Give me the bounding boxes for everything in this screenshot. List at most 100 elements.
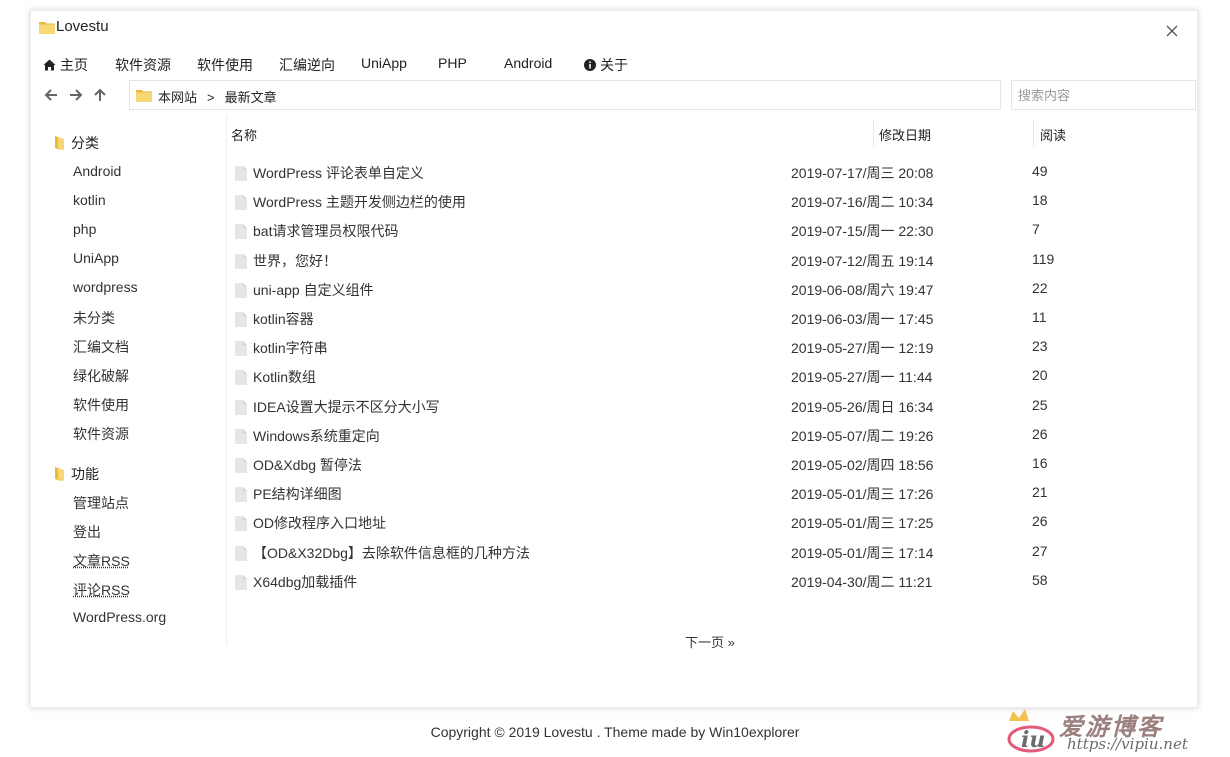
row-title[interactable]: 世界，您好！ [253,251,337,271]
address-bar[interactable]: 本网站 > 最新文章 [129,80,1001,110]
folder-icon [55,467,64,481]
close-icon[interactable] [1163,22,1181,40]
sidebar-item-assembly-docs[interactable]: 汇编文档 [73,337,129,357]
row-date: 2019-05-01/周三 17:14 [791,544,934,561]
table-row[interactable]: kotlin字符串 2019-05-27/周一 12:19 23 [227,335,1197,364]
menu-php[interactable]: PHP [438,55,467,71]
sidebar-item-software-usage[interactable]: 软件使用 [73,395,129,415]
forward-arrow-icon[interactable] [68,87,84,103]
column-divider[interactable] [873,119,874,147]
menu-android[interactable]: Android [504,55,552,71]
sidebar-item-wordpress-org[interactable]: WordPress.org [73,609,166,625]
table-row[interactable]: OD&Xdbg 暂停法 2019-05-02/周四 18:56 16 [227,452,1197,481]
menu-home[interactable]: 主页 [43,55,88,75]
table-row[interactable]: IDEA设置大提示不区分大小写 2019-05-26/周日 16:34 25 [227,394,1197,423]
column-header-reads[interactable]: 阅读 [1040,125,1066,144]
file-icon [235,224,247,240]
row-title[interactable]: Windows系统重定向 [253,426,380,446]
svg-text:iu: iu [1021,727,1045,753]
row-title[interactable]: WordPress 主题开发侧边栏的使用 [253,192,466,212]
row-reads: 21 [1032,484,1048,501]
menu-software-usage[interactable]: 软件使用 [197,55,253,75]
row-date: 2019-07-16/周二 10:34 [791,194,934,211]
row-date: 2019-05-02/周四 18:56 [791,457,934,473]
table-row[interactable]: bat请求管理员权限代码 2019-07-15/周一 22:30 7 [227,218,1197,247]
table-row[interactable]: 【OD&X32Dbg】去除软件信息框的几种方法 2019-05-01/周三 17:… [227,540,1197,569]
menu-assembly-reverse[interactable]: 汇编逆向 [279,55,335,75]
row-date: 2019-05-01/周三 17:26 [791,486,934,503]
table-row[interactable]: OD修改程序入口地址 2019-05-01/周三 17:25 26 [227,510,1197,539]
sidebar-item-wordpress[interactable]: wordpress [73,279,138,295]
file-icon [235,516,247,532]
footer-site-link[interactable]: Lovestu [544,724,593,740]
table-row[interactable]: kotlin容器 2019-06-03/周一 17:45 11 [227,306,1197,335]
column-divider[interactable] [1033,119,1034,147]
back-arrow-icon[interactable] [43,87,59,103]
row-date: 2019-05-27/周一 12:19 [791,340,934,357]
footer-theme-link[interactable]: Win10explorer [709,724,799,740]
sidebar-item-kotlin[interactable]: kotlin [73,192,106,208]
table-row[interactable]: X64dbg加载插件 2019-04-30/周二 11:21 58 [227,569,1197,598]
row-title[interactable]: kotlin字符串 [253,338,328,358]
sidebar-item-software-resources[interactable]: 软件资源 [73,424,129,444]
sidebar-item-logout[interactable]: 登出 [73,522,101,542]
menu-about[interactable]: 关于 [584,55,628,75]
breadcrumb-root[interactable]: 本网站 [158,90,197,105]
row-title[interactable]: bat请求管理员权限代码 [253,221,398,241]
sidebar-item-uncategorized[interactable]: 未分类 [73,308,115,328]
table-row[interactable]: Windows系统重定向 2019-05-07/周二 19:26 26 [227,423,1197,452]
row-title[interactable]: X64dbg加载插件 [253,572,357,592]
sidebar-item-android[interactable]: Android [73,163,121,179]
sidebar-item-php[interactable]: php [73,221,96,237]
menu-label: UniApp [361,55,407,71]
table-row[interactable]: Kotlin数组 2019-05-27/周一 11:44 20 [227,364,1197,393]
row-reads: 58 [1032,571,1048,588]
row-reads: 22 [1032,279,1048,296]
table-row[interactable]: 世界，您好！ 2019-07-12/周五 19:14 119 [227,248,1197,277]
table-row[interactable]: WordPress 主题开发侧边栏的使用 2019-07-16/周二 10:34 1… [227,189,1197,218]
row-reads: 26 [1032,425,1048,442]
sidebar-item-comments-rss[interactable]: 评论RSS [73,580,130,600]
menu-uniapp[interactable]: UniApp [361,55,407,71]
row-title[interactable]: OD&Xdbg 暂停法 [253,455,362,475]
row-title[interactable]: WordPress 评论表单自定义 [253,163,424,183]
title-bar: Lovestu [31,11,1197,45]
sidebar-item-site-admin[interactable]: 管理站点 [73,493,129,513]
sidebar-group-categories[interactable]: 分类 [55,133,99,153]
table-row[interactable]: WordPress 评论表单自定义 2019-07-17/周三 20:08 49 [227,160,1197,189]
menu-software-resources[interactable]: 软件资源 [115,55,171,75]
row-title[interactable]: kotlin容器 [253,309,314,329]
sidebar-group-functions[interactable]: 功能 [55,464,99,484]
column-header-date[interactable]: 修改日期 [879,125,931,144]
menu-bar: 主页 软件资源 软件使用 汇编逆向 UniApp PHP Android 关于 [31,51,1197,75]
row-date: 2019-06-03/周一 17:45 [791,311,934,327]
file-icon [235,282,247,298]
file-icon [235,399,247,415]
sidebar-item-crack[interactable]: 绿化破解 [73,366,129,386]
breadcrumb-current[interactable]: 最新文章 [225,90,277,105]
row-title[interactable]: uni-app 自定义组件 [253,280,374,300]
watermark-logo-icon: iu [1007,709,1055,753]
window-title: Lovestu [56,18,109,35]
folder-icon [136,90,152,102]
row-title[interactable]: IDEA设置大提示不区分大小写 [253,397,440,417]
row-reads: 25 [1032,396,1048,413]
search-input[interactable] [1011,80,1196,110]
sidebar-item-posts-rss[interactable]: 文章RSS [73,551,130,571]
file-icon [235,370,247,386]
row-date: 2019-07-15/周一 22:30 [791,223,934,240]
next-page-link[interactable]: 下一页 » [685,632,735,651]
row-title[interactable]: OD修改程序入口地址 [253,513,386,533]
file-icon [235,341,247,357]
footer-copyright: Copyright © 2019 [430,724,540,740]
row-title[interactable]: 【OD&X32Dbg】去除软件信息框的几种方法 [253,543,530,563]
up-arrow-icon[interactable] [92,87,108,103]
row-title[interactable]: Kotlin数组 [253,367,316,387]
column-header-name[interactable]: 名称 [231,125,257,144]
table-row[interactable]: PE结构详细图 2019-05-01/周三 17:26 21 [227,481,1197,510]
sidebar-item-uniapp[interactable]: UniApp [73,250,119,266]
menu-label: Android [504,55,553,71]
row-title[interactable]: PE结构详细图 [253,484,342,504]
table-row[interactable]: uni-app 自定义组件 2019-06-08/周六 19:47 22 [227,277,1197,306]
menu-label: 主页 [60,57,88,73]
